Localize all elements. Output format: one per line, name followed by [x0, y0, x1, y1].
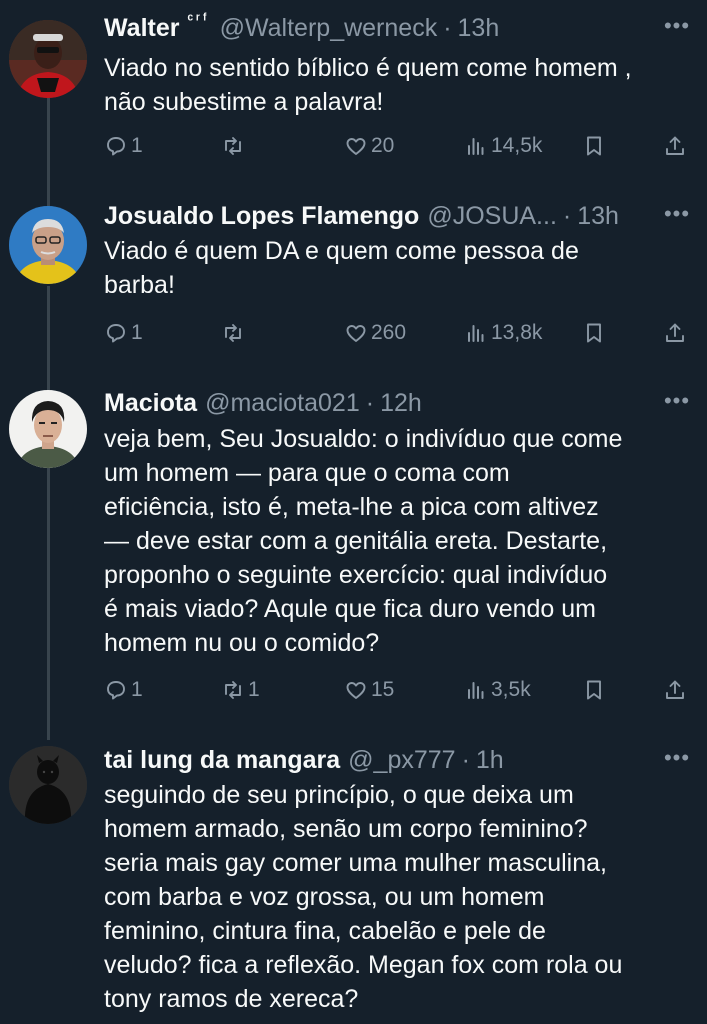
bookmark-icon [587, 680, 601, 700]
share-button[interactable] [663, 675, 687, 705]
timestamp[interactable]: 13h [577, 202, 619, 231]
tweet-header: Walter ᶜʳᶠ @Walterp_werneck · 13h [104, 10, 687, 46]
views-button[interactable]: 3,5k [464, 675, 531, 705]
timestamp[interactable]: 1h [476, 746, 504, 775]
tweet[interactable]: Walter ᶜʳᶠ @Walterp_werneck · 13h ••• Vi… [0, 10, 707, 190]
avatar[interactable] [9, 746, 87, 824]
reply-button[interactable]: 1 [104, 675, 143, 705]
thread: Walter ᶜʳᶠ @Walterp_werneck · 13h ••• Vi… [0, 0, 707, 1024]
avatar-image [9, 746, 87, 824]
timestamp[interactable]: 12h [380, 389, 422, 418]
retweet-count: 1 [248, 678, 260, 701]
share-icon [666, 680, 684, 699]
reply-count: 1 [131, 321, 143, 344]
avatar-image [9, 20, 87, 98]
avatar[interactable] [9, 20, 87, 98]
bookmark-button[interactable] [582, 318, 606, 348]
view-count: 13,8k [491, 321, 543, 344]
share-button[interactable] [663, 318, 687, 348]
like-button[interactable]: 15 [344, 675, 394, 705]
user-handle[interactable]: @JOSUA... [427, 202, 557, 231]
views-icon [468, 682, 484, 699]
view-count: 3,5k [491, 678, 531, 701]
reply-button[interactable]: 1 [104, 131, 143, 161]
retweet-icon [225, 681, 241, 699]
tweet[interactable]: Josualdo Lopes Flamengo @JOSUA... · 13h … [0, 198, 707, 378]
like-button[interactable]: 260 [344, 318, 406, 348]
separator-dot: · [562, 201, 572, 230]
bookmark-icon [587, 136, 601, 156]
separator-dot: · [461, 745, 470, 774]
like-count: 20 [371, 134, 395, 157]
reply-count: 1 [131, 678, 143, 701]
like-count: 260 [371, 321, 407, 344]
reply-icon [107, 324, 125, 343]
reply-button[interactable]: 1 [104, 318, 143, 348]
views-button[interactable]: 13,8k [464, 318, 542, 348]
separator-dot: · [443, 13, 452, 42]
retweet-button[interactable] [221, 318, 248, 348]
user-handle[interactable]: @Walterp_werneck [220, 14, 438, 43]
reply-count: 1 [131, 134, 143, 157]
like-button[interactable]: 20 [344, 131, 394, 161]
heart-icon [346, 682, 366, 699]
reply-icon [107, 137, 125, 156]
timestamp[interactable]: 13h [458, 14, 500, 43]
display-name[interactable]: Maciota [104, 389, 197, 418]
share-icon [666, 136, 684, 155]
retweet-icon [225, 324, 241, 342]
avatar[interactable] [9, 390, 87, 468]
share-button[interactable] [663, 131, 687, 161]
views-button[interactable]: 14,5k [464, 131, 542, 161]
avatar[interactable] [9, 206, 87, 284]
bookmark-button[interactable] [582, 131, 606, 161]
user-handle[interactable]: @maciota021 [205, 389, 360, 418]
like-count: 15 [371, 678, 395, 701]
retweet-icon [225, 137, 241, 155]
heart-icon [346, 325, 366, 342]
bookmark-button[interactable] [582, 675, 606, 705]
display-name[interactable]: Josualdo Lopes Flamengo [104, 202, 419, 231]
view-count: 14,5k [491, 134, 543, 157]
bookmark-icon [587, 323, 601, 343]
user-handle[interactable]: @_px777 [348, 746, 455, 775]
display-name[interactable]: Walter [104, 14, 179, 43]
tweet-actions: 1 260 13,8k [104, 318, 694, 348]
more-icon[interactable]: ••• [661, 10, 693, 42]
tweet-header: tai lung da mangara @_px777 · 1h [104, 742, 687, 778]
tweet-text: veja bem, Seu Josualdo: o indivíduo que … [104, 425, 623, 657]
avatar-image [9, 390, 87, 468]
share-icon [666, 323, 684, 342]
name-badge: ᶜʳᶠ [187, 10, 210, 28]
tweet-text: seguindo de seu princípio, o que deixa u… [104, 781, 623, 1013]
more-icon[interactable]: ••• [661, 198, 693, 230]
views-icon [468, 138, 484, 155]
tweet[interactable]: tai lung da mangara @_px777 · 1h ••• seg… [0, 742, 707, 1024]
tweet-text: Viado é quem DA e quem come pessoa de ba… [104, 237, 579, 299]
tweet-header: Maciota @maciota021 · 12h [104, 385, 687, 421]
tweet[interactable]: Maciota @maciota021 · 12h ••• veja bem, … [0, 385, 707, 725]
tweet-header: Josualdo Lopes Flamengo @JOSUA... · 13h [104, 198, 687, 234]
heart-icon [346, 138, 366, 155]
tweet-text: Viado no sentido bíblico é quem come hom… [104, 54, 632, 116]
avatar-image [9, 206, 87, 284]
tweet-actions: 1 20 14,5k [104, 131, 694, 161]
more-icon[interactable]: ••• [661, 385, 693, 417]
more-icon[interactable]: ••• [661, 742, 693, 774]
tweet-actions: 1 1 15 3,5k [104, 675, 694, 705]
retweet-button[interactable] [221, 131, 248, 161]
display-name[interactable]: tai lung da mangara [104, 746, 340, 775]
retweet-button[interactable]: 1 [221, 675, 260, 705]
views-icon [468, 325, 484, 342]
separator-dot: · [365, 388, 375, 417]
reply-icon [107, 681, 125, 700]
